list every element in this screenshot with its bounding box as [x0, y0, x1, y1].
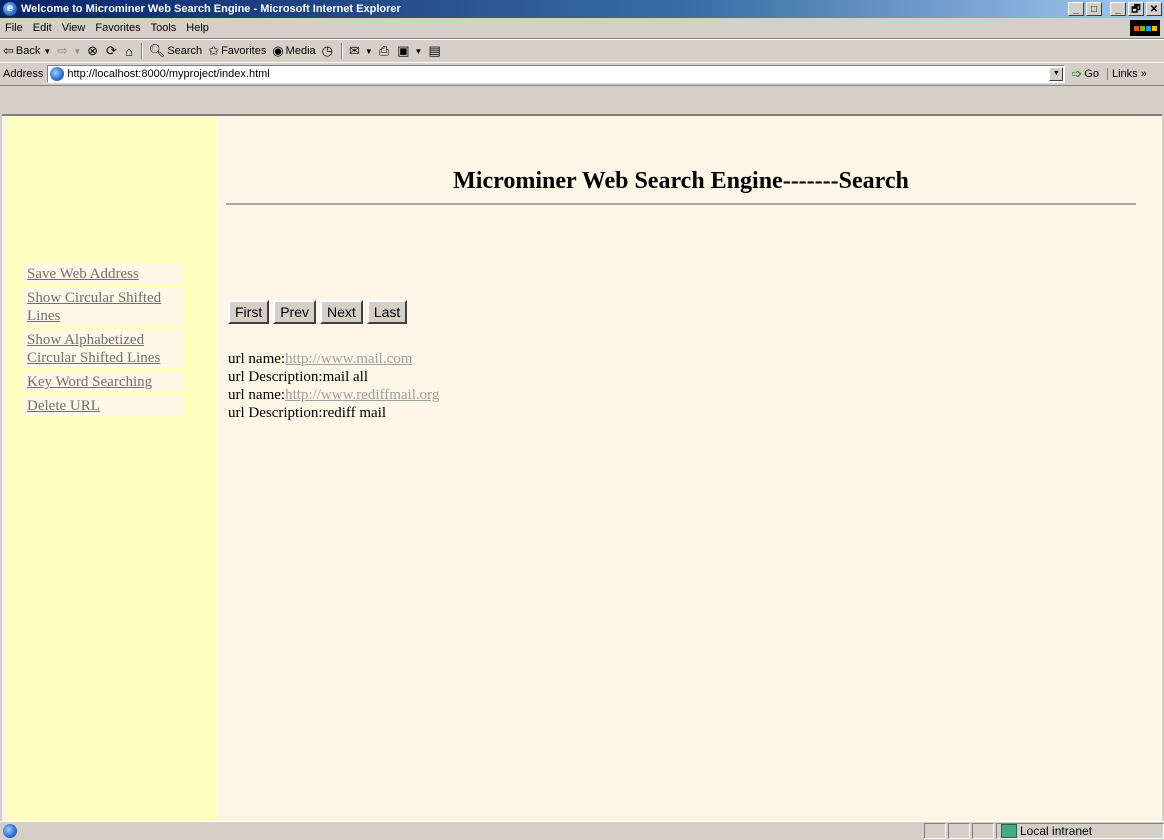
home-icon: ⌂: [124, 43, 133, 59]
result-url-link[interactable]: http://www.rediffmail.org: [285, 387, 439, 403]
results-list: url name:http://www.mail.com url Descrip…: [228, 350, 439, 422]
minimize-button[interactable]: _: [1110, 2, 1126, 16]
nav-keyword-searching[interactable]: Key Word Searching: [24, 372, 184, 392]
ie-icon: e: [3, 2, 17, 16]
go-label: Go: [1084, 68, 1099, 80]
menu-bar: File Edit View Favorites Tools Help: [0, 18, 1164, 39]
page-icon: [50, 67, 65, 81]
favorites-label: Favorites: [221, 45, 267, 57]
chevron-down-icon: ▼: [73, 46, 82, 56]
home-button[interactable]: ⌂: [122, 44, 138, 59]
result-desc-row: url Description:rediff mail: [228, 404, 439, 422]
go-button[interactable]: ➩ Go: [1065, 66, 1105, 82]
pager: First Prev Next Last: [228, 300, 408, 324]
nav-show-alphabetized-lines[interactable]: Show Alphabetized Circular Shifted Lines: [24, 330, 184, 368]
windows-logo-icon: [1130, 20, 1160, 36]
history-icon: ◷: [321, 43, 333, 58]
history-button[interactable]: ◷: [319, 43, 338, 59]
address-bar: Address http://localhost:8000/myproject/…: [0, 62, 1164, 86]
result-name-row: url name:http://www.mail.com: [228, 350, 439, 368]
refresh-icon: ⟳: [106, 43, 117, 58]
prev-button[interactable]: Prev: [273, 300, 317, 324]
address-dropdown-button[interactable]: ▼: [1049, 67, 1064, 81]
mail-button[interactable]: ✉ ▼: [346, 43, 376, 59]
search-icon: 🔍︎: [148, 43, 166, 58]
address-label: Address: [3, 68, 44, 80]
back-button[interactable]: ⇦ Back ▼: [0, 43, 54, 59]
address-url[interactable]: http://localhost:8000/myproject/index.ht…: [67, 68, 269, 80]
media-button[interactable]: ◉ Media: [269, 43, 318, 59]
zone-label: Local intranet: [1020, 824, 1093, 838]
stop-icon: ⊗: [87, 43, 99, 58]
menu-file[interactable]: File: [0, 22, 28, 34]
media-icon: ◉: [272, 43, 284, 58]
url-description-label: url Description:: [228, 369, 323, 385]
url-description: rediff mail: [322, 405, 387, 421]
star-icon: ✩: [208, 43, 220, 58]
next-button[interactable]: Next: [320, 300, 363, 324]
media-label: Media: [285, 45, 316, 57]
standard-toolbar: ⇦ Back ▼ ⇨ ▼ ⊗ ⟳ ⌂ 🔍︎ Search ✩ Favorites…: [0, 39, 1164, 63]
title-divider: [226, 203, 1136, 205]
first-button[interactable]: First: [228, 300, 270, 324]
restore-button[interactable]: 🗗: [1128, 2, 1144, 16]
result-desc-row: url Description:mail all: [228, 368, 439, 386]
print-button[interactable]: ⎙: [376, 43, 394, 59]
chevron-down-icon: ▼: [364, 46, 373, 56]
mail-icon: ✉: [348, 43, 360, 58]
back-arrow-icon: ⇦: [3, 43, 14, 58]
window-title: Welcome to Microminer Web Search Engine …: [21, 3, 401, 15]
go-arrow-icon: ➩: [1071, 66, 1083, 81]
stop-button[interactable]: ⊗: [84, 43, 103, 59]
back-label: Back: [15, 45, 41, 57]
document-minimize-button[interactable]: _: [1068, 2, 1084, 16]
menu-view[interactable]: View: [57, 22, 91, 34]
print-icon: ⎙: [378, 43, 390, 58]
menu-help[interactable]: Help: [181, 22, 214, 34]
discuss-icon: ▤: [428, 43, 441, 58]
forward-button[interactable]: ⇨ ▼: [54, 43, 84, 59]
edit-button[interactable]: ▣ ▼: [394, 43, 425, 59]
edit-page-icon: ▣: [397, 43, 410, 58]
result-url-link[interactable]: http://www.mail.com: [285, 351, 412, 367]
url-name-label: url name:: [228, 351, 286, 367]
status-pane: [948, 823, 970, 839]
links-button[interactable]: Links »: [1106, 68, 1147, 80]
nav-show-circular-shifted-lines[interactable]: Show Circular Shifted Lines: [24, 288, 184, 326]
chevron-down-icon: ▼: [43, 46, 52, 56]
favorites-button[interactable]: ✩ Favorites: [205, 43, 269, 59]
page-status-icon: [3, 824, 17, 838]
nav-delete-url[interactable]: Delete URL: [24, 396, 184, 416]
url-description: mail all: [322, 369, 368, 385]
window-title-bar: e Welcome to Microminer Web Search Engin…: [0, 0, 1164, 18]
status-pane: [972, 823, 994, 839]
menu-tools[interactable]: Tools: [146, 22, 182, 34]
chevron-down-icon: ▼: [414, 46, 423, 56]
address-input[interactable]: http://localhost:8000/myproject/index.ht…: [47, 65, 1066, 83]
forward-arrow-icon: ⇨: [57, 43, 69, 58]
intranet-icon: [1001, 824, 1017, 838]
page-viewport: Save Web Address Show Circular Shifted L…: [2, 114, 1162, 823]
discuss-button[interactable]: ▤: [425, 43, 445, 59]
nav-list: Save Web Address Show Circular Shifted L…: [24, 264, 184, 420]
result-name-row: url name:http://www.rediffmail.org: [228, 386, 439, 404]
security-zone-pane: Local intranet: [996, 823, 1164, 839]
last-button[interactable]: Last: [366, 300, 408, 324]
document-restore-button[interactable]: □: [1086, 2, 1102, 16]
menu-favorites[interactable]: Favorites: [90, 22, 145, 34]
search-label: Search: [167, 45, 203, 57]
page-title: Microminer Web Search Engine-------Searc…: [453, 168, 909, 194]
left-nav-panel: Save Web Address Show Circular Shifted L…: [8, 116, 217, 823]
nav-save-web-address[interactable]: Save Web Address: [24, 264, 184, 284]
menu-edit[interactable]: Edit: [28, 22, 57, 34]
refresh-button[interactable]: ⟳: [103, 43, 122, 59]
status-bar: Local intranet: [0, 821, 1164, 840]
close-button[interactable]: ✕: [1146, 2, 1162, 16]
url-description-label: url Description:: [228, 405, 323, 421]
search-button[interactable]: 🔍︎ Search: [146, 43, 205, 59]
url-name-label: url name:: [228, 387, 286, 403]
status-pane: [924, 823, 946, 839]
